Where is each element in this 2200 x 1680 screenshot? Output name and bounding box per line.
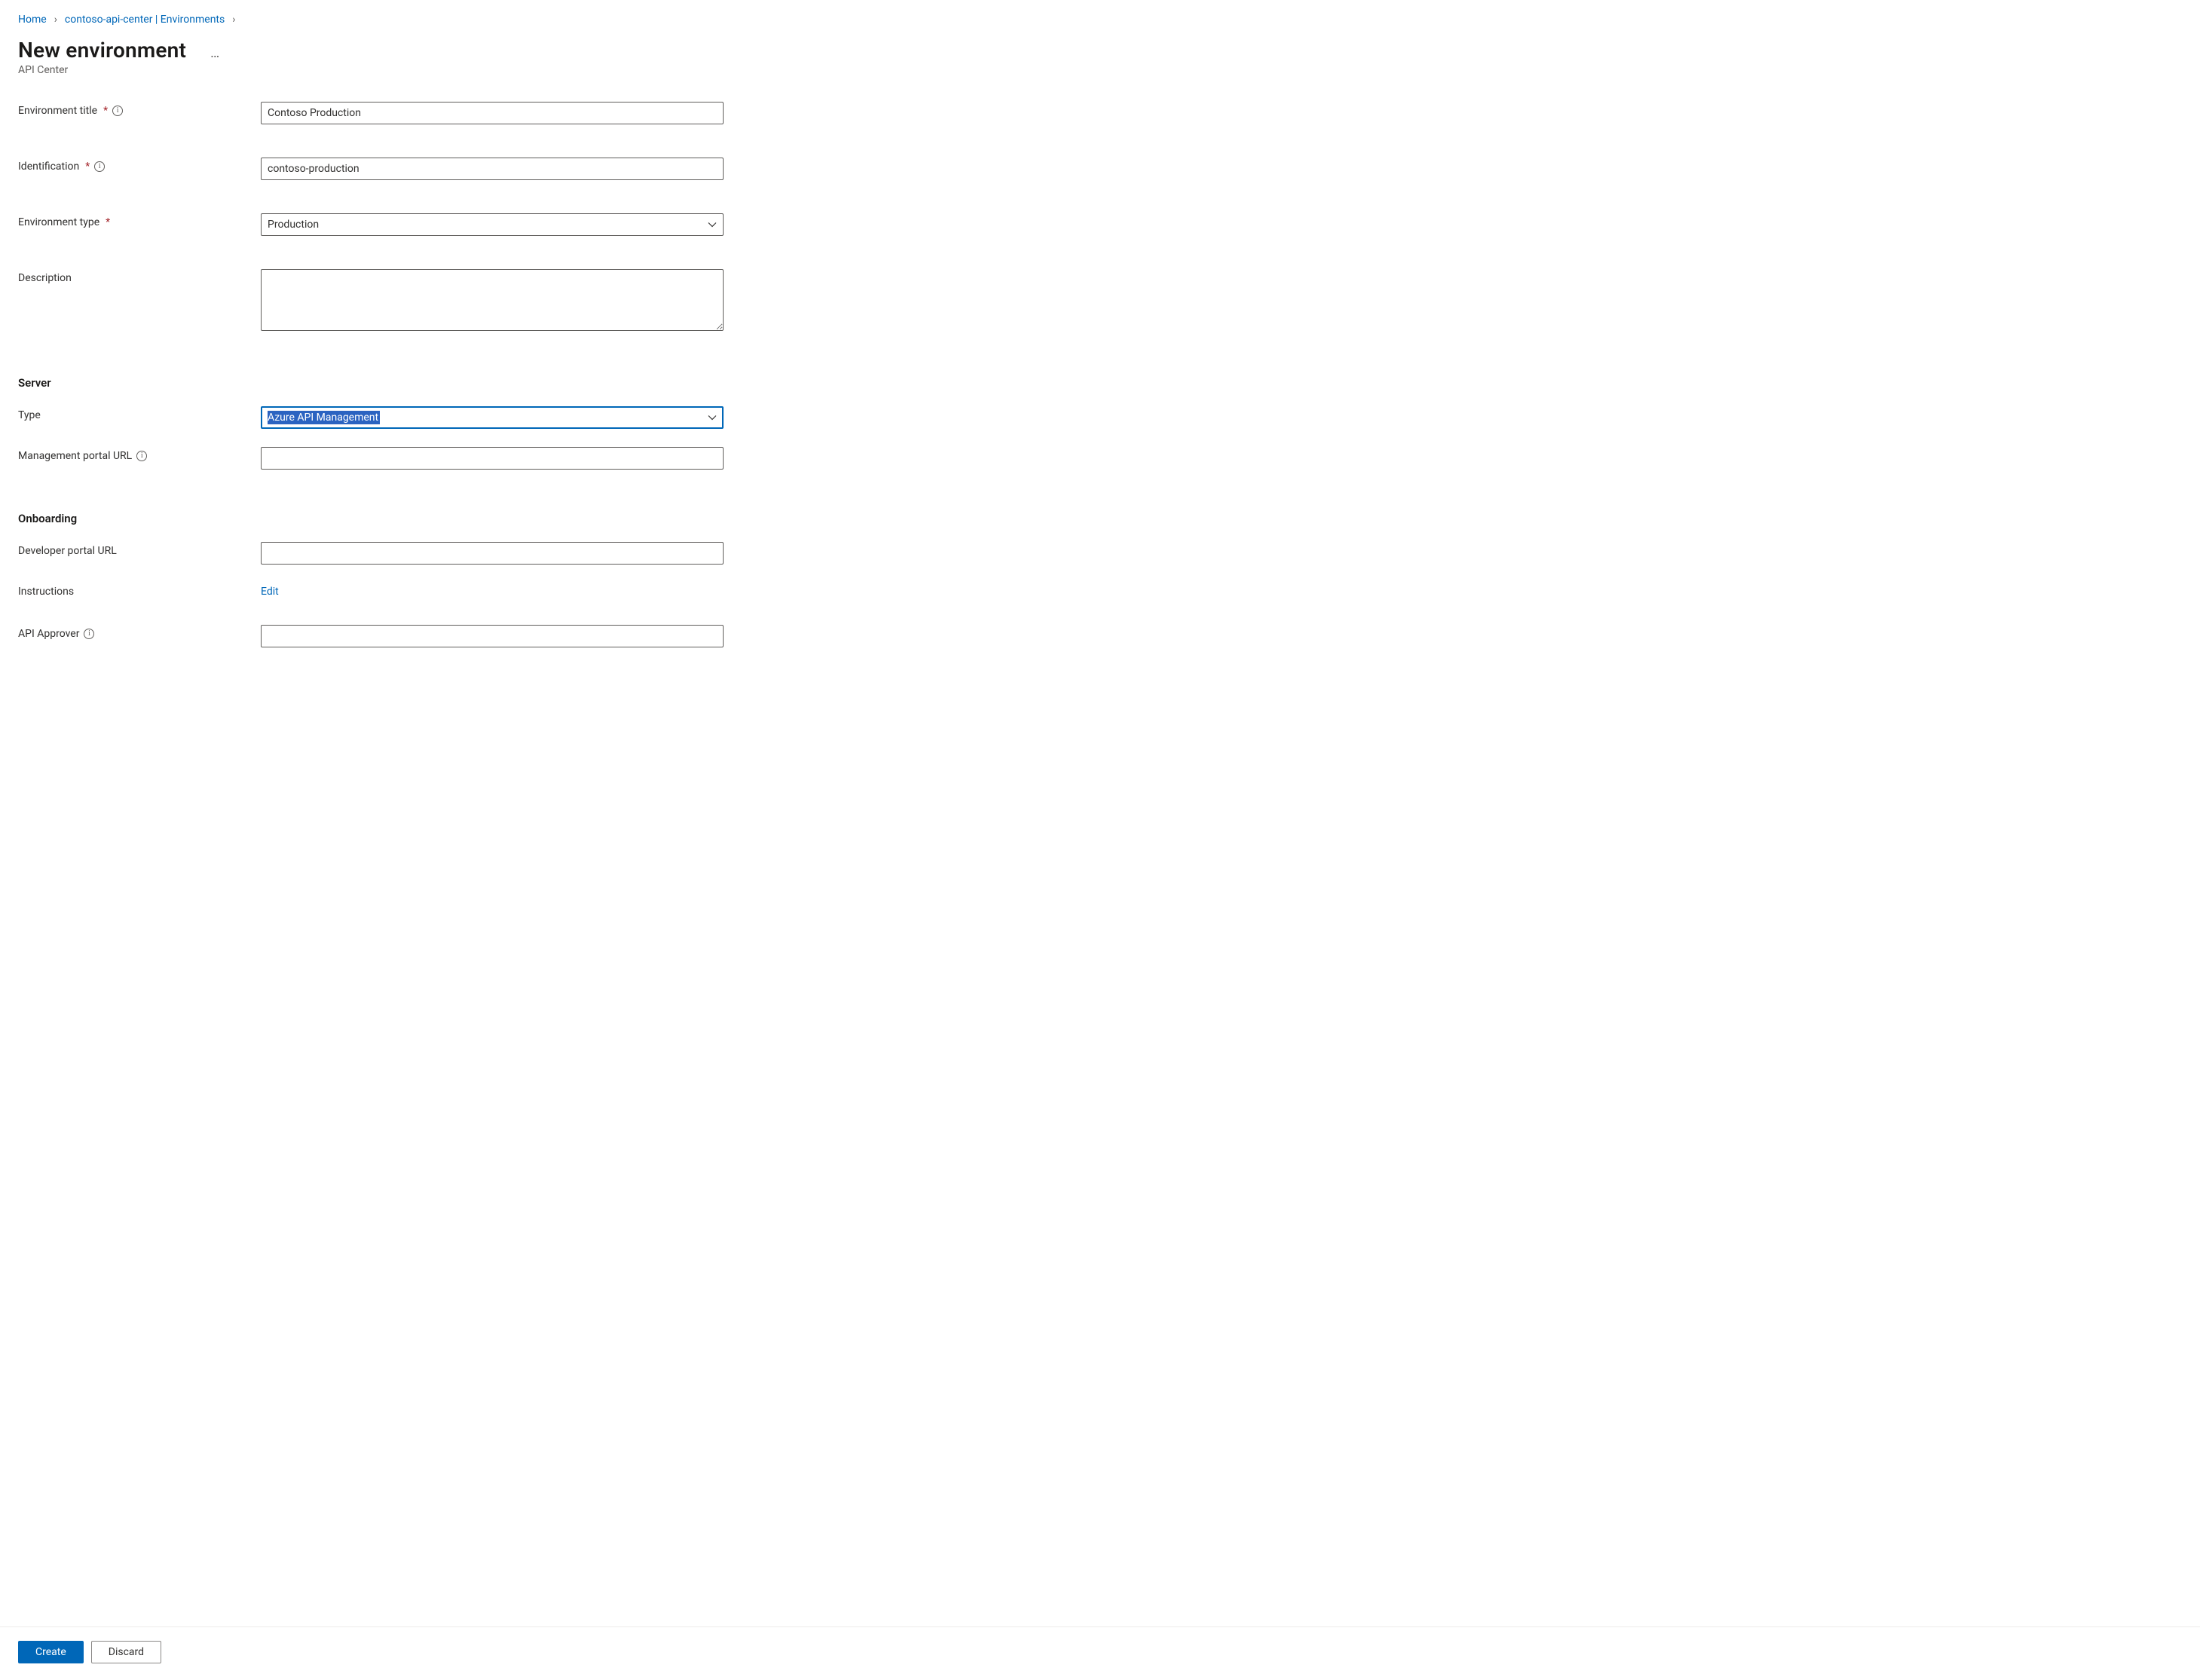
api-approver-input[interactable] — [261, 625, 724, 647]
environment-type-select[interactable]: Production — [261, 213, 724, 236]
instructions-label: Instructions — [18, 586, 74, 598]
info-icon[interactable]: i — [136, 451, 147, 461]
server-type-value: Azure API Management — [268, 411, 380, 424]
required-indicator: * — [103, 105, 108, 117]
page-title: New environment — [18, 38, 186, 63]
breadcrumb-home[interactable]: Home — [18, 14, 47, 26]
description-textarea[interactable] — [261, 269, 724, 331]
instructions-edit-link[interactable]: Edit — [261, 583, 279, 598]
environment-title-label: Environment title — [18, 105, 97, 117]
api-approver-label: API Approver — [18, 628, 79, 640]
chevron-right-icon: › — [54, 14, 57, 26]
chevron-down-icon — [708, 413, 717, 422]
breadcrumb: Home › contoso-api-center | Environments… — [18, 14, 2182, 26]
management-portal-url-label: Management portal URL — [18, 450, 132, 462]
footer-bar: Create Discard — [0, 1626, 2200, 1680]
required-indicator: * — [106, 216, 110, 228]
management-portal-url-input[interactable] — [261, 447, 724, 470]
identification-label: Identification — [18, 161, 79, 173]
server-type-label: Type — [18, 409, 41, 421]
chevron-down-icon — [708, 220, 717, 229]
page-subtitle: API Center — [18, 64, 2182, 76]
discard-button[interactable]: Discard — [91, 1641, 161, 1663]
description-label: Description — [18, 272, 72, 284]
create-button[interactable]: Create — [18, 1641, 84, 1663]
developer-portal-url-label: Developer portal URL — [18, 545, 117, 557]
server-type-select[interactable]: Azure API Management — [261, 406, 724, 429]
info-icon[interactable]: i — [94, 161, 105, 172]
environment-type-value: Production — [268, 219, 319, 231]
chevron-right-icon: › — [232, 14, 235, 26]
developer-portal-url-input[interactable] — [261, 542, 724, 565]
info-icon[interactable]: i — [112, 106, 123, 116]
environment-type-label: Environment type — [18, 216, 99, 228]
environment-title-input[interactable] — [261, 102, 724, 124]
info-icon[interactable]: i — [84, 629, 94, 639]
onboarding-section-heading: Onboarding — [18, 512, 2182, 525]
identification-input[interactable] — [261, 158, 724, 180]
required-indicator: * — [85, 161, 90, 173]
more-actions-icon[interactable]: … — [207, 44, 222, 63]
breadcrumb-center-environments[interactable]: contoso-api-center | Environments — [65, 14, 225, 26]
server-section-heading: Server — [18, 376, 2182, 390]
